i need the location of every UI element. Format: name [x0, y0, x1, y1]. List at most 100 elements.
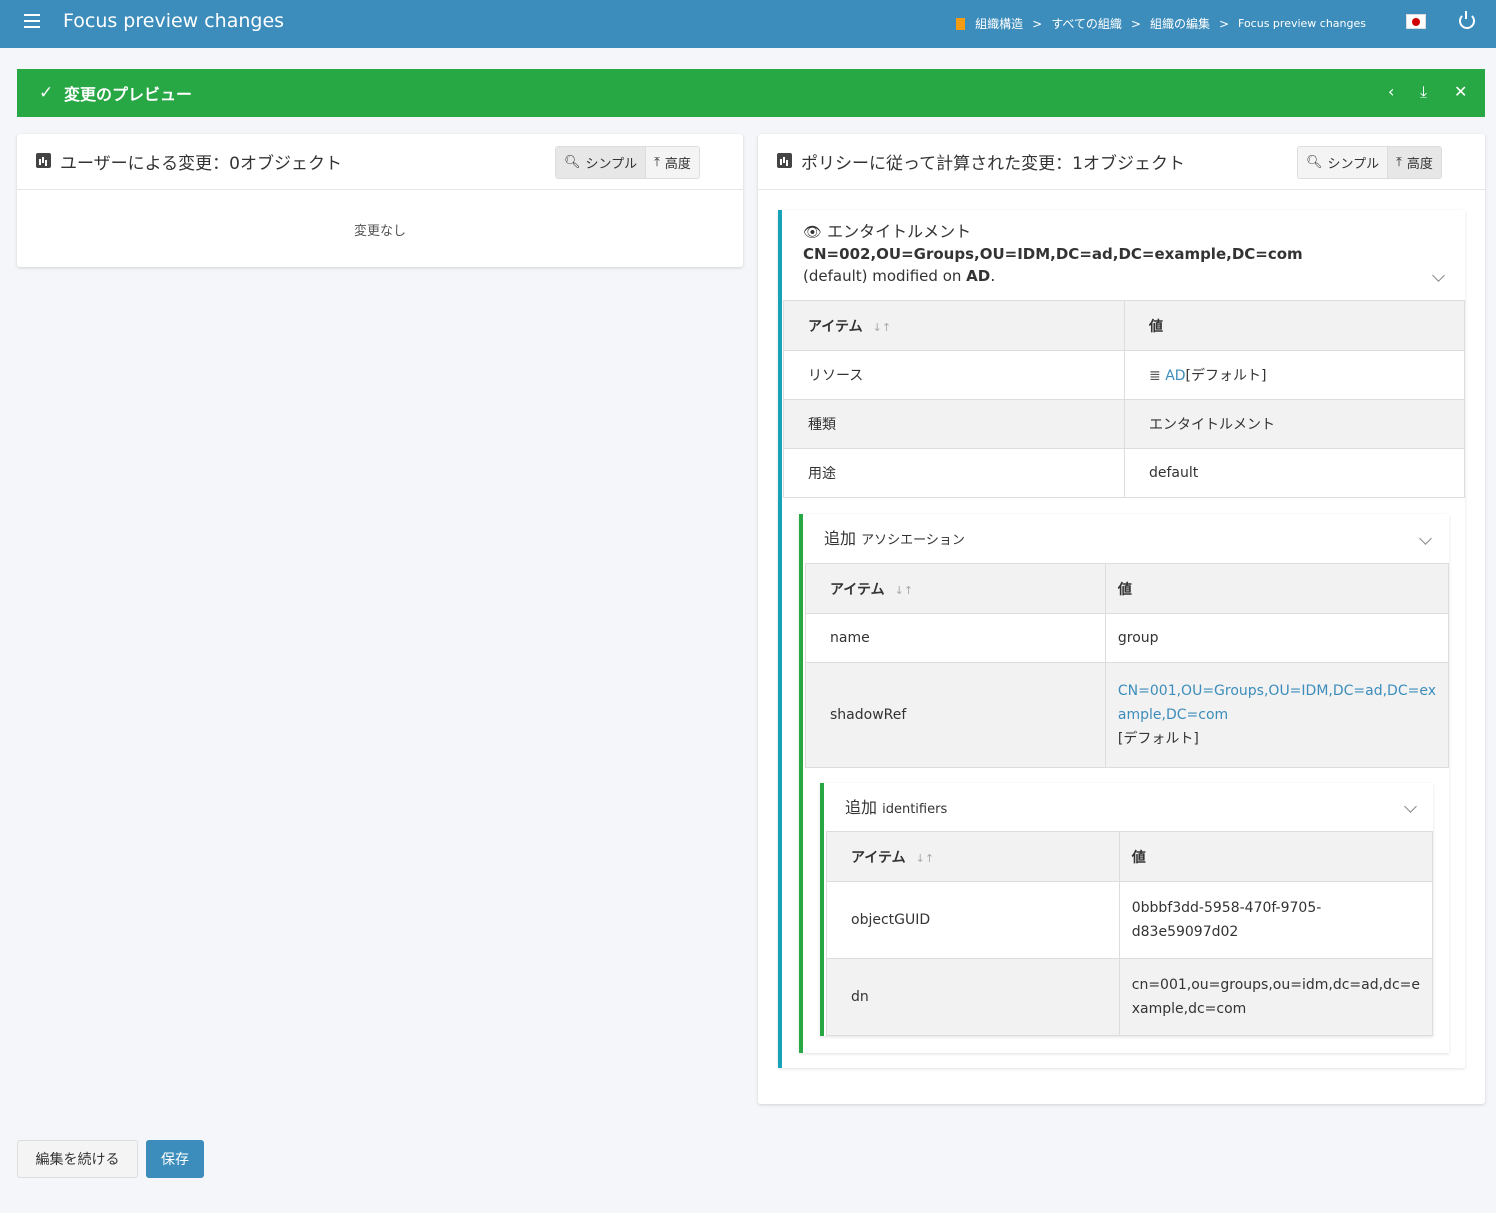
table-header-row: アイテム ↓↑ 値 — [826, 831, 1434, 882]
shadowref-suffix: [デフォルト] — [1117, 731, 1199, 747]
entitlement-resource: AD — [966, 267, 991, 285]
continue-editing-button[interactable]: 編集を続ける — [17, 1140, 138, 1178]
entitlement-heading: 👁︎ エンタイトルメント CN=002,OU=Groups,OU=IDM,DC=… — [803, 221, 1453, 287]
identifiers-name: identifiers — [882, 802, 948, 817]
shadowref-link-part: ample,DC=com — [1117, 707, 1229, 723]
entitlement-dn: CN=002,OU=Groups,OU=IDM,DC=ad,DC=example… — [803, 245, 1303, 263]
identifiers-heading: 追加 identifiers — [845, 794, 947, 818]
dn-part: xample,dc=com — [1131, 1001, 1247, 1017]
add-label: 追加 — [824, 529, 857, 548]
intent-value: default — [1124, 448, 1465, 498]
card-title: ユーザーによる変更：0オブジェクト — [60, 154, 342, 174]
close-icon[interactable]: ✕ — [1454, 82, 1467, 101]
resource-label: リソース — [783, 350, 1125, 400]
shadowref-value: CN=001,OU=Groups,OU=IDM,DC=ad,DC=ex ample… — [1104, 662, 1450, 768]
shadowref-link[interactable]: CN=001,OU=Groups,OU=IDM,DC=ad,DC=ex ample… — [1118, 683, 1436, 723]
table-row: 用途 default — [783, 448, 1465, 498]
simple-view-button[interactable]: 🔍︎ シンプル — [1298, 147, 1388, 178]
menu-icon[interactable] — [24, 14, 40, 28]
intent-label: 用途 — [783, 448, 1125, 498]
breadcrumb-separator: > — [1130, 16, 1141, 31]
dn-value: cn=001,ou=groups,ou=idm,dc=ad,dc=e xample… — [1118, 958, 1434, 1036]
chevron-left-icon[interactable]: ‹ — [1388, 82, 1394, 101]
table-row: shadowRef CN=001,OU=Groups,OU=IDM,DC=ad,… — [805, 662, 1450, 768]
table-header-row: アイテム ↓↑ 値 — [783, 300, 1465, 351]
user-changes-card: ユーザーによる変更：0オブジェクト 🔍︎ シンプル ⤒ 高度 変更なし — [17, 134, 743, 267]
column-header-item[interactable]: アイテム ↓↑ — [783, 300, 1125, 351]
card-header: ユーザーによる変更：0オブジェクト 🔍︎ シンプル ⤒ 高度 — [17, 134, 743, 190]
chart-icon — [777, 153, 792, 168]
simple-label: シンプル — [585, 157, 638, 172]
view-mode-toggle: 🔍︎ シンプル ⤒ 高度 — [1297, 146, 1442, 179]
breadcrumb-item-edit-org[interactable]: 組織の編集 — [1150, 15, 1210, 32]
objectguid-part: d83e59097d02 — [1131, 924, 1239, 940]
upload-icon: ⤒ — [1396, 155, 1402, 170]
name-value: group — [1104, 613, 1450, 663]
sort-icon[interactable]: ↓↑ — [895, 584, 913, 597]
table-row: objectGUID 0bbbf3dd-5958-470f-9705- d83e5… — [826, 881, 1434, 959]
entitlement-suffix-end: . — [990, 266, 996, 285]
advanced-view-button[interactable]: ⤒ 高度 — [1387, 147, 1441, 178]
column-label: アイテム — [830, 581, 885, 598]
table-row: リソース ≣ AD[デフォルト] — [783, 350, 1465, 400]
sort-icon[interactable]: ↓↑ — [916, 852, 934, 865]
entitlement-suffix: (default) modified on — [803, 267, 967, 285]
resource-suffix: [デフォルト] — [1185, 368, 1267, 384]
objectguid-label: objectGUID — [826, 881, 1120, 959]
table-row: dn cn=001,ou=groups,ou=idm,dc=ad,dc=e xam… — [826, 958, 1434, 1036]
column-label: アイテム — [808, 318, 863, 335]
advanced-view-button[interactable]: ⤒ 高度 — [645, 147, 699, 178]
add-label: 追加 — [845, 798, 878, 817]
preview-banner: ✓ 変更のプレビュー ‹ ⤓ ✕ — [17, 69, 1485, 117]
breadcrumb-item-org-structure[interactable]: 組織構造 — [975, 15, 1023, 32]
breadcrumb-separator: > — [1032, 16, 1043, 31]
banner-title: 変更のプレビュー — [64, 85, 193, 104]
no-changes-text: 変更なし — [353, 224, 406, 239]
column-header-item[interactable]: アイテム ↓↑ — [826, 831, 1120, 882]
identifiers-delta: 追加 identifiers アイテム ↓↑ 値 objectGUID 0bbbf… — [820, 783, 1434, 1036]
search-icon: 🔍︎ — [1306, 155, 1323, 170]
identifiers-properties-table: アイテム ↓↑ 値 objectGUID 0bbbf3dd-5958-470f-9… — [826, 831, 1434, 1036]
column-header-value: 値 — [1124, 300, 1465, 351]
column-header-item[interactable]: アイテム ↓↑ — [805, 563, 1106, 614]
dn-part: cn=001,ou=groups,ou=idm,dc=ad,dc=e — [1131, 977, 1420, 993]
upload-icon: ⤒ — [654, 155, 660, 170]
kind-label: 種類 — [783, 399, 1125, 449]
download-icon[interactable]: ⤓ — [1420, 82, 1427, 102]
column-label: アイテム — [851, 849, 906, 866]
breadcrumb-item-all-orgs[interactable]: すべての組織 — [1051, 15, 1122, 32]
check-icon: ✓ — [39, 83, 54, 103]
sort-icon[interactable]: ↓↑ — [873, 321, 891, 334]
name-label: name — [805, 613, 1106, 663]
chevron-down-icon[interactable] — [1404, 800, 1417, 813]
association-heading: 追加 アソシエーション — [824, 525, 965, 549]
japan-flag-icon[interactable] — [1406, 14, 1426, 29]
chevron-down-icon[interactable] — [1419, 532, 1432, 545]
association-name: アソシエーション — [861, 533, 965, 548]
save-button[interactable]: 保存 — [146, 1140, 204, 1178]
advanced-label: 高度 — [664, 157, 691, 172]
entitlement-properties-table: アイテム ↓↑ 値 リソース ≣ AD[デフォルト] 種類 エンタイトルメント 用… — [783, 300, 1465, 498]
resource-link[interactable]: AD — [1165, 368, 1185, 384]
view-mode-toggle: 🔍︎ シンプル ⤒ 高度 — [555, 146, 700, 179]
column-header-value: 値 — [1104, 563, 1450, 614]
power-icon[interactable] — [1459, 11, 1475, 29]
simple-view-button[interactable]: 🔍︎ シンプル — [556, 147, 646, 178]
table-row: name group — [805, 613, 1450, 663]
breadcrumb: 組織構造 > すべての組織 > 組織の編集 > Focus preview ch… — [956, 15, 1366, 32]
simple-label: シンプル — [1327, 157, 1380, 172]
table-row: 種類 エンタイトルメント — [783, 399, 1465, 449]
breadcrumb-separator: > — [1218, 16, 1230, 31]
objectguid-part: 0bbbf3dd-5958-470f-9705- — [1131, 900, 1322, 916]
shadowref-link-part: CN=001,OU=Groups,OU=IDM,DC=ad,DC=ex — [1117, 683, 1436, 699]
advanced-label: 高度 — [1406, 157, 1433, 172]
eye-icon[interactable]: 👁︎ — [803, 223, 822, 241]
resource-value: ≣ AD[デフォルト] — [1124, 350, 1465, 400]
search-icon: 🔍︎ — [564, 155, 581, 170]
page-title: Focus preview changes — [63, 10, 285, 32]
top-navbar: Focus preview changes 組織構造 > すべての組織 > 組織… — [0, 0, 1496, 48]
breadcrumb-item-current: Focus preview changes — [1238, 17, 1366, 30]
card-header: ポリシーに従って計算された変更：1オブジェクト 🔍︎ シンプル ⤒ 高度 — [758, 134, 1485, 190]
building-icon — [956, 17, 966, 30]
card-title: ポリシーに従って計算された変更：1オブジェクト — [801, 154, 1185, 174]
